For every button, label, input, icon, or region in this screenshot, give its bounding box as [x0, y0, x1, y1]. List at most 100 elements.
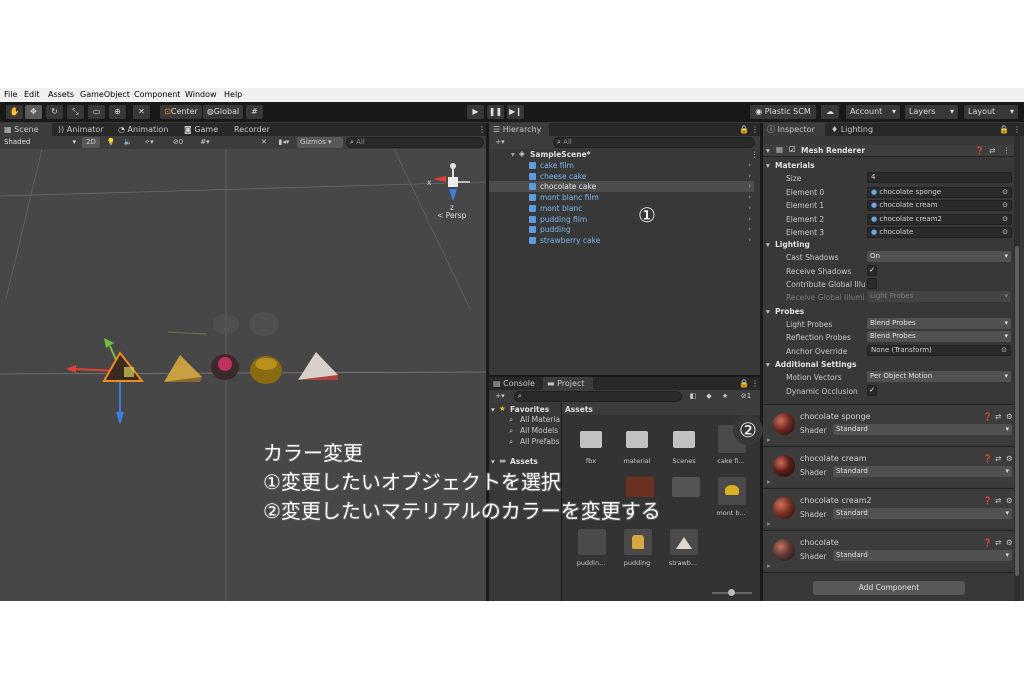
tab-animator[interactable]: ⟩⟩ Animator [54, 123, 114, 136]
play-button[interactable]: ▶ [467, 105, 484, 119]
material-object-field[interactable]: ● chocolate cream ⊙ [867, 200, 1012, 212]
help-icon[interactable]: ❓ [983, 412, 992, 421]
hierarchy-item[interactable]: strawberry cake › [489, 235, 754, 246]
preset-icon[interactable]: ⇄ [995, 538, 1001, 547]
lock-icon[interactable]: 🔒 [735, 377, 749, 390]
kebab-menu-icon[interactable]: ⋮ [474, 123, 486, 136]
tab-hierarchy[interactable]: ☰ Hierarchy [489, 123, 549, 136]
chevron-right-icon[interactable]: › [748, 161, 751, 169]
hierarchy-scene-row[interactable]: ▾ ◈ SampleScene* ⋮ [489, 149, 759, 160]
scrollbar-thumb[interactable] [1015, 246, 1019, 576]
expand-arrow-icon[interactable]: ▾ [491, 457, 495, 466]
inspector-scrollbar[interactable] [1014, 136, 1020, 601]
shader-dropdown[interactable]: Standard ▾ [833, 424, 1012, 435]
hierarchy-item[interactable]: pudding film › [489, 214, 754, 225]
hidden-packages-toggle[interactable]: ⊘1 [735, 391, 757, 402]
scene-viewport[interactable]: x z < Persp [0, 149, 486, 601]
gear-icon[interactable]: ⚙ [1006, 538, 1013, 547]
cloud-icon[interactable]: ☁ [821, 105, 839, 119]
kebab-menu-icon[interactable]: ⋮ [1003, 146, 1011, 155]
menu-component[interactable]: Component [134, 90, 180, 99]
camera-icon[interactable]: ▮◂▾ [274, 137, 294, 148]
toggle-2d-button[interactable]: 2D [82, 137, 100, 148]
object-picker-icon[interactable]: ⊙ [1002, 201, 1008, 210]
chevron-right-icon[interactable]: › [748, 225, 751, 233]
menu-window[interactable]: Window [185, 90, 217, 99]
shader-dropdown[interactable]: Standard ▾ [833, 508, 1012, 519]
expand-arrow-icon[interactable]: ▸ [767, 477, 771, 486]
grid-snap-icon[interactable]: # [246, 105, 263, 119]
tab-scene[interactable]: ▦ Scene [0, 123, 52, 136]
transform-tool-icon[interactable]: ⊕ [109, 105, 126, 119]
hierarchy-search-input[interactable]: ⌕ All [553, 137, 755, 148]
material-editor[interactable]: ▸ chocolate cream ❓ ⇄ ⚙ Shader Standard ▾ [763, 446, 1016, 486]
scale-tool-icon[interactable]: ⤡ [67, 105, 84, 119]
tab-lighting[interactable]: ♦ Lighting [827, 123, 885, 136]
lightbulb-icon[interactable]: 💡 [104, 137, 118, 148]
custom-tool-icon[interactable]: ✕ [133, 105, 150, 119]
grid-toggle-icon[interactable]: #▾ [194, 137, 216, 148]
hierarchy-item[interactable]: cheese cake › [489, 171, 754, 182]
asset-item[interactable]: Scenes [663, 425, 703, 473]
pause-button[interactable]: ❚❚ [487, 105, 504, 119]
dynamic-occlusion-checkbox[interactable]: ✓ [867, 385, 877, 396]
object-picker-icon[interactable]: ⊙ [1002, 215, 1008, 224]
material-object-field[interactable]: ● chocolate cream2 ⊙ [867, 213, 1012, 225]
hierarchy-item[interactable]: pudding › [489, 224, 754, 235]
mesh-renderer-header[interactable]: ▾ ▦ ☑ Mesh Renderer ❓ ⇄ ⋮ [763, 145, 1014, 157]
object-picker-icon[interactable]: ⊙ [1002, 188, 1008, 197]
object-picker-icon[interactable]: ⊙ [1001, 346, 1007, 355]
layout-dropdown[interactable]: Layout ▾ [964, 105, 1018, 119]
tab-animation[interactable]: ◔ Animation [114, 123, 178, 136]
menu-assets[interactable]: Assets [48, 90, 74, 99]
preset-icon[interactable]: ⇄ [995, 496, 1001, 505]
expand-arrow-icon[interactable]: ▾ [766, 161, 770, 170]
chevron-right-icon[interactable]: › [748, 215, 751, 223]
material-object-field[interactable]: ● chocolate ⊙ [867, 226, 1012, 238]
assets-folder-label[interactable]: Assets [510, 457, 538, 466]
chevron-right-icon[interactable]: › [748, 193, 751, 201]
gear-icon[interactable]: ⚙ [1006, 496, 1013, 505]
asset-item[interactable]: fbx [570, 425, 610, 473]
axis-gizmo[interactable] [433, 163, 470, 201]
persp-label[interactable]: < Persp [437, 211, 466, 220]
cast-shadows-dropdown[interactable]: On ▾ [867, 251, 1011, 262]
gear-icon[interactable]: ⚙ [1006, 412, 1013, 421]
lock-icon[interactable]: 🔒 [735, 123, 749, 136]
menu-help[interactable]: Help [224, 90, 242, 99]
breadcrumb-assets[interactable]: Assets [565, 405, 593, 414]
asset-item[interactable]: material [616, 425, 656, 473]
hierarchy-item[interactable]: cake film › [489, 160, 754, 171]
gear-icon[interactable]: ⚙ [1006, 454, 1013, 463]
plastic-scm-button[interactable]: ◉ Plastic SCM [750, 105, 816, 119]
tab-project[interactable]: ▬ Project [543, 377, 593, 390]
filter-type-icon[interactable]: ◧ [687, 391, 699, 402]
rotate-tool-icon[interactable]: ↻ [46, 105, 63, 119]
tab-console[interactable]: ▤ Console [489, 377, 541, 390]
material-editor[interactable]: ▸ chocolate sponge ❓ ⇄ ⚙ Shader Standard ▾ [763, 404, 1016, 444]
hierarchy-item[interactable]: mont blanc film › [489, 192, 754, 203]
layers-dropdown[interactable]: Layers ▾ [905, 105, 958, 119]
chevron-right-icon[interactable]: › [748, 204, 751, 212]
light-probes-dropdown[interactable]: Blend Probes ▾ [867, 318, 1011, 329]
gizmos-dropdown[interactable]: Gizmos ▾ [297, 137, 343, 148]
reflection-probes-dropdown[interactable]: Blend Probes ▾ [867, 331, 1011, 342]
tab-recorder[interactable]: Recorder [230, 123, 280, 136]
filter-label-icon[interactable]: ◆ [703, 391, 715, 402]
receive-shadows-checkbox[interactable]: ✓ [867, 265, 877, 276]
preset-icon[interactable]: ⇄ [995, 454, 1001, 463]
help-icon[interactable]: ❓ [983, 454, 992, 463]
chevron-right-icon[interactable]: › [748, 236, 751, 244]
tools-icon[interactable]: ✕ [258, 137, 270, 148]
tab-game[interactable]: ◙ Game [180, 123, 226, 136]
add-icon[interactable]: +▾ [491, 137, 509, 148]
kebab-menu-icon[interactable]: ⋮ [1009, 123, 1021, 136]
expand-arrow-icon[interactable]: ▾ [766, 307, 770, 316]
chevron-right-icon[interactable]: › [748, 182, 751, 190]
asset-item[interactable]: pudding [616, 529, 660, 577]
expand-arrow-icon[interactable]: ▸ [767, 561, 771, 570]
move-tool-icon[interactable]: ✥ [25, 105, 42, 119]
expand-arrow-icon[interactable]: ▸ [767, 519, 771, 528]
add-component-button[interactable]: Add Component [813, 581, 965, 595]
kebab-menu-icon[interactable]: ⋮ [747, 377, 759, 390]
